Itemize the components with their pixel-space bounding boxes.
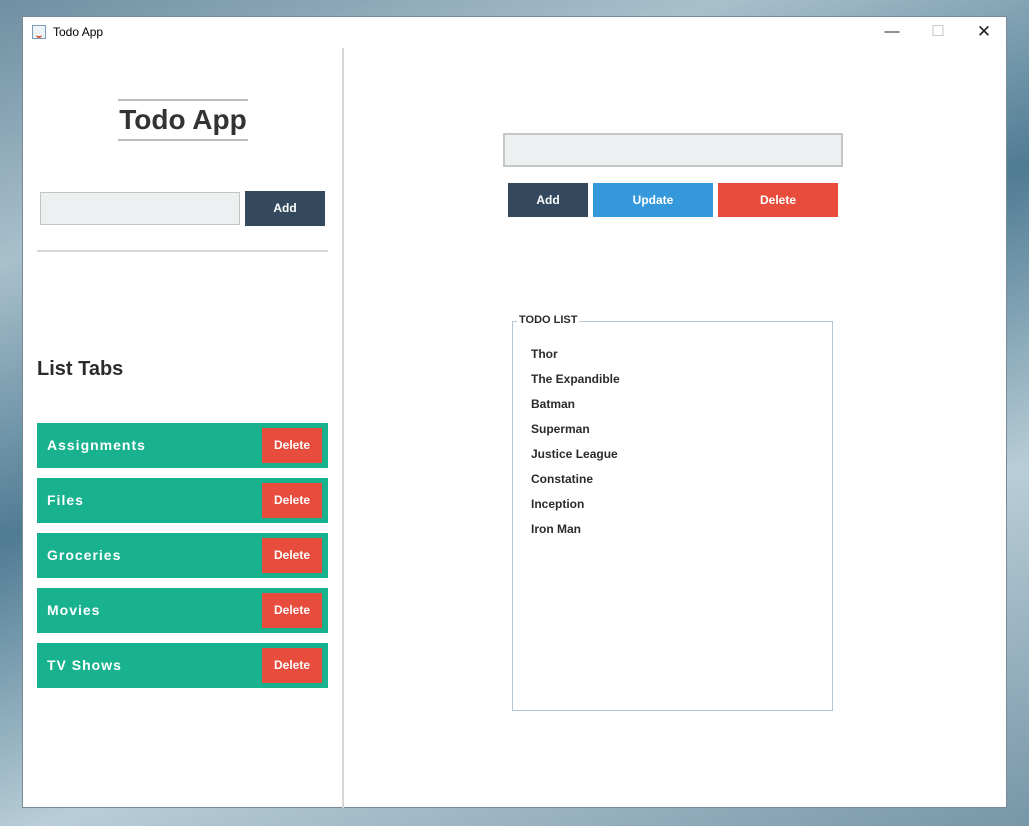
list-tab-label: Groceries: [47, 547, 122, 563]
app-window: Todo App — ☐ ✕ Todo App Add List Tabs As…: [22, 16, 1007, 808]
todo-list-panel: TODO LIST Thor The Expandible Batman Sup…: [512, 314, 833, 711]
sidebar: Todo App Add List Tabs Assignments Delet…: [23, 47, 342, 807]
maximize-icon[interactable]: ☐: [915, 17, 961, 47]
list-tab-tv-shows[interactable]: TV Shows Delete: [37, 643, 328, 688]
todo-item[interactable]: Constatine: [531, 472, 593, 486]
title-bar[interactable]: Todo App — ☐ ✕: [23, 17, 1006, 47]
update-todo-button[interactable]: Update: [593, 183, 713, 217]
delete-tab-button[interactable]: Delete: [262, 428, 322, 463]
list-tabs-heading: List Tabs: [37, 358, 124, 380]
delete-tab-button[interactable]: Delete: [262, 538, 322, 573]
todo-item[interactable]: Iron Man: [531, 522, 581, 536]
list-tab-label: TV Shows: [47, 657, 122, 673]
delete-tab-button[interactable]: Delete: [262, 648, 322, 683]
delete-tab-button[interactable]: Delete: [262, 483, 322, 518]
close-icon[interactable]: ✕: [961, 17, 1007, 47]
list-tab-label: Files: [47, 492, 84, 508]
todo-item[interactable]: Justice League: [531, 447, 618, 461]
add-list-button[interactable]: Add: [245, 191, 325, 226]
window-title: Todo App: [53, 25, 104, 39]
todo-item[interactable]: The Expandible: [531, 372, 620, 386]
todo-item[interactable]: Superman: [531, 422, 590, 436]
panel-divider: [342, 48, 344, 808]
delete-todo-button[interactable]: Delete: [718, 183, 838, 217]
add-todo-button[interactable]: Add: [508, 183, 588, 217]
list-tab-label: Assignments: [47, 437, 146, 453]
todo-item[interactable]: Inception: [531, 497, 584, 511]
todo-item[interactable]: Batman: [531, 397, 575, 411]
todo-list-title: TODO LIST: [517, 314, 580, 326]
todo-item[interactable]: Thor: [531, 347, 558, 361]
todo-input[interactable]: [503, 133, 843, 167]
sidebar-divider: [37, 250, 328, 252]
java-cup-icon: [32, 25, 46, 39]
list-tab-label: Movies: [47, 602, 101, 618]
list-tab-groceries[interactable]: Groceries Delete: [37, 533, 328, 578]
delete-tab-button[interactable]: Delete: [262, 593, 322, 628]
app-title: Todo App: [118, 99, 248, 141]
list-tab-files[interactable]: Files Delete: [37, 478, 328, 523]
list-tab-assignments[interactable]: Assignments Delete: [37, 423, 328, 468]
new-list-input[interactable]: [40, 192, 240, 225]
minimize-icon[interactable]: —: [869, 17, 915, 47]
list-tab-movies[interactable]: Movies Delete: [37, 588, 328, 633]
